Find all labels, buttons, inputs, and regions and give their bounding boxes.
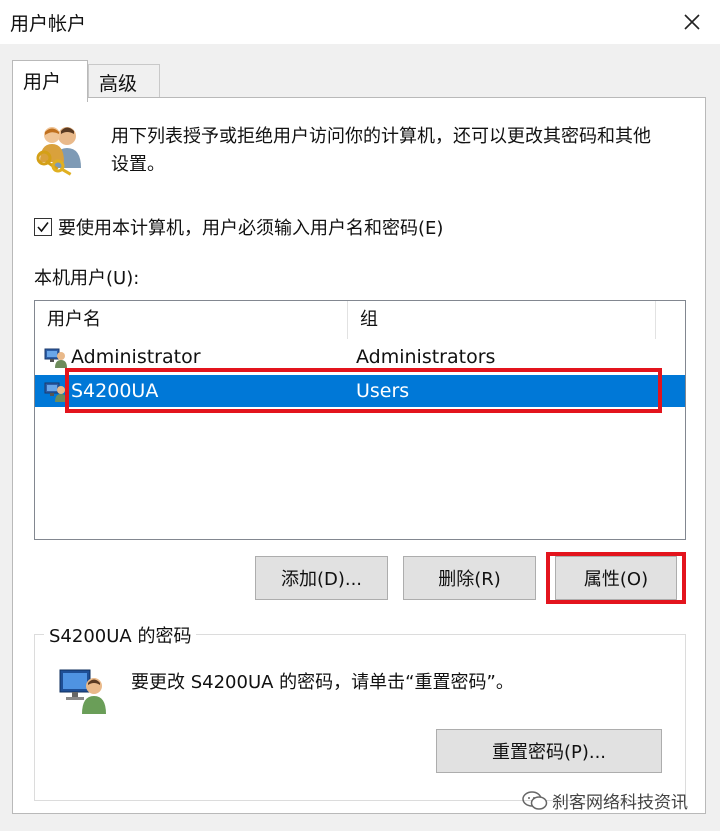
add-button[interactable]: 添加(D)... bbox=[255, 556, 388, 600]
window-title: 用户帐户 bbox=[10, 13, 87, 35]
tab-advanced[interactable]: 高级 bbox=[88, 64, 160, 98]
intro-text: 用下列表授予或拒绝用户访问你的计算机，还可以更改其密码和其他 设置。 bbox=[111, 123, 701, 179]
user-monitor-icon bbox=[59, 669, 106, 714]
column-header-filler bbox=[655, 301, 685, 339]
intro-line-1: 用下列表授予或拒绝用户访问你的计算机，还可以更改其密码和其他 bbox=[111, 126, 651, 147]
password-groupbox bbox=[34, 634, 686, 801]
tab-users[interactable]: 用户 bbox=[12, 60, 88, 102]
intro-line-2: 设置。 bbox=[111, 154, 165, 175]
checkmark-icon bbox=[37, 222, 49, 233]
user-computer-icon bbox=[44, 382, 67, 402]
local-users-list[interactable]: 用户名 组 Administrator Administrators S4200… bbox=[34, 300, 686, 540]
user-group: Users bbox=[356, 380, 410, 402]
remove-button[interactable]: 删除(R) bbox=[403, 556, 536, 600]
users-keys-icon bbox=[36, 127, 81, 176]
user-row-s4200ua[interactable]: S4200UA Users bbox=[35, 375, 685, 407]
wechat-icon bbox=[522, 790, 548, 810]
user-group: Administrators bbox=[356, 346, 496, 368]
require-password-option[interactable]: 要使用本计算机，用户必须输入用户名和密码(E) bbox=[34, 214, 443, 240]
watermark: 刹客网络科技资讯 bbox=[522, 788, 688, 813]
close-button[interactable] bbox=[664, 0, 720, 44]
reset-password-button[interactable]: 重置密码(P)... bbox=[436, 729, 662, 773]
column-header-group[interactable]: 组 bbox=[347, 301, 655, 339]
require-password-label: 要使用本计算机，用户必须输入用户名和密码(E) bbox=[58, 218, 444, 239]
watermark-text: 刹客网络科技资讯 bbox=[552, 793, 688, 813]
column-header-username[interactable]: 用户名 bbox=[35, 301, 347, 339]
properties-button[interactable]: 属性(O) bbox=[555, 556, 677, 600]
local-users-label: 本机用户(U): bbox=[34, 268, 140, 289]
user-name: S4200UA bbox=[71, 380, 159, 402]
close-icon bbox=[684, 14, 700, 30]
title-bar: 用户帐户 bbox=[0, 0, 720, 44]
user-computer-icon bbox=[44, 348, 67, 368]
password-instructions: 要更改 S4200UA 的密码，请单击“重置密码”。 bbox=[131, 672, 514, 693]
user-row-administrator[interactable]: Administrator Administrators bbox=[35, 341, 685, 373]
user-name: Administrator bbox=[71, 346, 201, 368]
require-password-checkbox[interactable] bbox=[34, 218, 52, 236]
password-group-title: S4200UA 的密码 bbox=[44, 622, 197, 648]
